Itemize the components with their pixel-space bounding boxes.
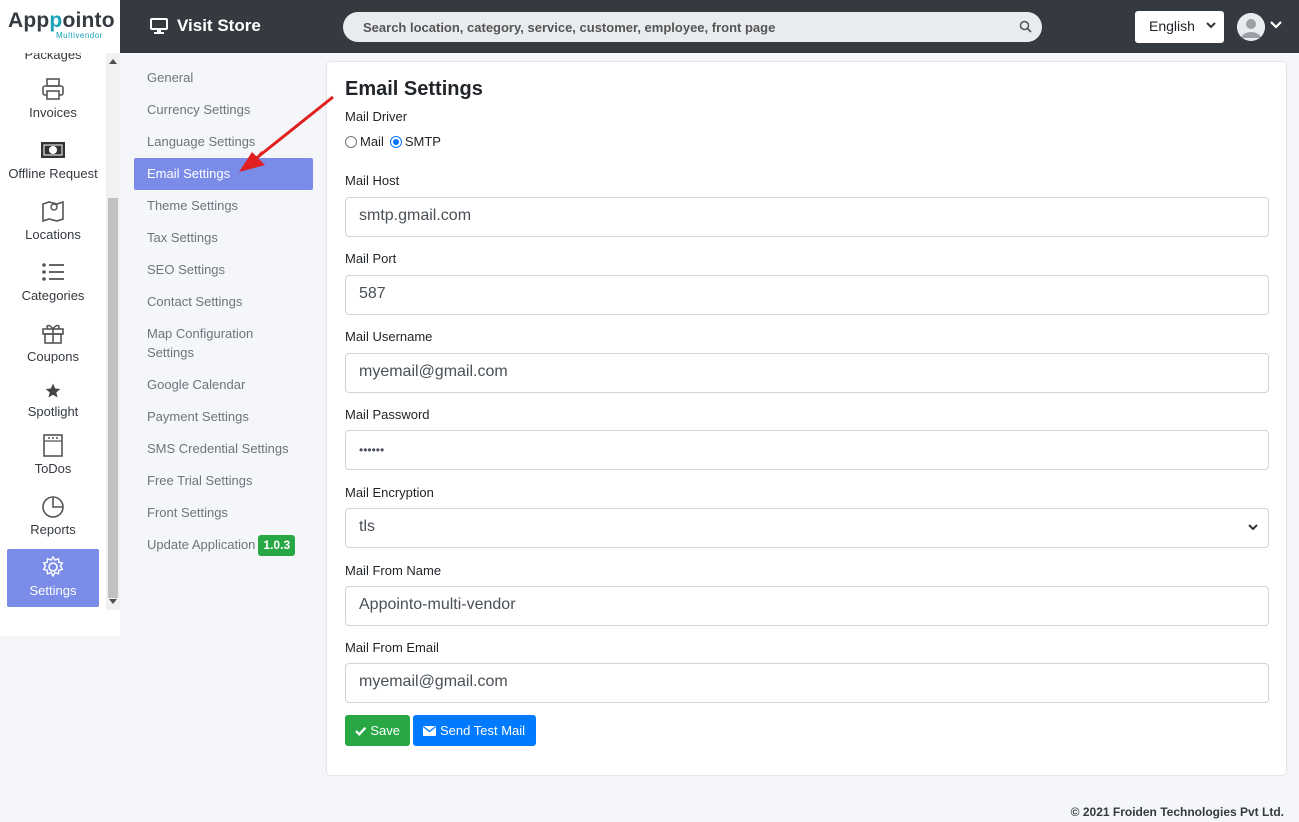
star-icon	[45, 383, 61, 398]
scroll-up-arrow[interactable]	[109, 59, 117, 64]
settings-menu-item-label: Update Application	[147, 537, 256, 552]
settings-menu-item-tax[interactable]: Tax Settings	[134, 228, 313, 247]
brand-name: Apppointo	[8, 9, 115, 32]
envelope-icon	[423, 725, 436, 736]
footer-copyright: © 2021 Froiden Technologies Pvt Ltd.	[1070, 805, 1284, 819]
language-select[interactable]: English	[1135, 11, 1224, 43]
send-test-mail-button[interactable]: Send Test Mail	[413, 715, 536, 746]
printer-icon	[42, 78, 64, 100]
top-navbar: Visit Store English	[120, 0, 1299, 53]
version-badge: 1.0.3	[258, 535, 296, 556]
sidebar-item-settings[interactable]: Settings	[7, 549, 99, 607]
sidebar-item-label: Settings	[29, 583, 77, 598]
sidebar-item-categories[interactable]: Categories	[7, 260, 99, 303]
mail-encryption-select[interactable]: tls	[345, 508, 1269, 548]
monitor-icon	[150, 18, 168, 34]
pie-chart-icon	[42, 496, 64, 518]
mail-from-email-label: Mail From Email	[345, 640, 439, 655]
visit-store-label: Visit Store	[177, 16, 261, 35]
mail-encryption-label: Mail Encryption	[345, 485, 434, 500]
save-button-label: Save	[370, 723, 400, 738]
sidebar-item-label: ToDos	[34, 461, 72, 476]
sidebar-item-label: Invoices	[29, 105, 77, 120]
sidebar-item-label: Reports	[30, 522, 76, 537]
mail-driver-option-label: SMTP	[404, 134, 441, 149]
chevron-down-icon[interactable]	[1270, 21, 1282, 29]
map-icon	[42, 200, 64, 223]
mail-driver-option-label: Mail	[360, 134, 384, 149]
sidebar-item-label: Locations	[25, 227, 81, 242]
mail-username-label: Mail Username	[345, 329, 433, 344]
settings-menu-item-map[interactable]: Map Configuration Settings	[134, 324, 274, 362]
search-icon[interactable]	[1019, 20, 1032, 33]
user-icon	[1237, 13, 1265, 41]
save-button[interactable]: Save	[345, 715, 410, 746]
mail-from-name-input[interactable]: Appointo-multi-vendor	[345, 586, 1269, 626]
language-value: English	[1149, 18, 1195, 34]
email-settings-card: Email Settings Mail Driver Mail SMTP Mai…	[327, 62, 1286, 775]
sidebar-scrollbar[interactable]	[106, 53, 120, 610]
avatar[interactable]	[1237, 13, 1265, 41]
sidebar-item-locations[interactable]: Locations	[7, 199, 99, 242]
sidebar-nav: Packages Invoices Offline Request Locati…	[0, 43, 106, 615]
sidebar-item-label: Categories	[21, 288, 85, 303]
mail-driver-radio-mail[interactable]	[345, 135, 357, 148]
sidebar-item-coupons[interactable]: Coupons	[7, 321, 99, 364]
chevron-down-icon	[1206, 22, 1216, 29]
mail-port-input[interactable]: 587	[345, 275, 1269, 315]
page-title: Email Settings	[345, 78, 483, 100]
gear-icon	[42, 555, 64, 578]
mail-port-label: Mail Port	[345, 251, 397, 266]
mail-password-input[interactable]: ••••••	[345, 430, 1269, 470]
mail-username-input[interactable]: myemail@gmail.com	[345, 353, 1269, 393]
check-icon	[355, 726, 367, 736]
notepad-icon	[43, 434, 63, 457]
mail-driver-radio-smtp[interactable]	[389, 135, 402, 148]
list-icon	[42, 263, 64, 281]
search-box	[343, 12, 1042, 42]
mail-from-email-input[interactable]: myemail@gmail.com	[345, 663, 1269, 703]
sidebar-item-label: Spotlight	[27, 404, 79, 419]
sidebar-item-label: Coupons	[26, 349, 80, 364]
settings-menu-item-free-trial[interactable]: Free Trial Settings	[134, 471, 313, 490]
main-sidebar: Packages Invoices Offline Request Locati…	[0, 0, 120, 636]
brand-logo[interactable]: Apppointo Multivendor	[0, 0, 120, 53]
settings-menu-item-sms[interactable]: SMS Credential Settings	[134, 439, 313, 458]
sidebar-item-offline-request[interactable]: Offline Request	[7, 138, 99, 181]
settings-menu-item-front[interactable]: Front Settings	[134, 503, 313, 522]
sidebar-item-reports[interactable]: Reports	[7, 494, 99, 537]
settings-menu-item-general[interactable]: General	[134, 68, 313, 87]
scroll-thumb[interactable]	[108, 198, 118, 598]
sidebar-item-invoices[interactable]: Invoices	[7, 77, 99, 120]
settings-menu-item-google-calendar[interactable]: Google Calendar	[134, 375, 313, 394]
visit-store-link[interactable]: Visit Store	[150, 16, 261, 36]
money-bill-icon	[41, 142, 65, 158]
mail-host-input[interactable]: smtp.gmail.com	[345, 197, 1269, 237]
settings-menu-item-payment[interactable]: Payment Settings	[134, 407, 313, 426]
sidebar-item-label: Offline Request	[8, 166, 98, 181]
settings-menu-item-language[interactable]: Language Settings	[134, 132, 313, 151]
mail-from-name-label: Mail From Name	[345, 563, 442, 578]
settings-menu-item-update[interactable]: Update Application 1.0.3	[134, 535, 313, 556]
search-input[interactable]	[343, 12, 983, 42]
settings-menu-item-seo[interactable]: SEO Settings	[134, 260, 313, 279]
mail-password-label: Mail Password	[345, 407, 430, 422]
mail-driver-label: Mail Driver	[345, 109, 408, 124]
settings-menu-item-theme[interactable]: Theme Settings	[134, 196, 313, 215]
chevron-down-icon	[1248, 524, 1258, 531]
mail-driver-radio-group: Mail SMTP	[345, 134, 441, 149]
brand-subtitle: Multivendor	[56, 31, 103, 40]
send-test-mail-label: Send Test Mail	[440, 723, 526, 738]
settings-menu-item-contact[interactable]: Contact Settings	[134, 292, 313, 311]
mail-encryption-value: tls	[359, 518, 375, 535]
sidebar-item-spotlight[interactable]: Spotlight	[7, 382, 99, 419]
scroll-down-arrow[interactable]	[109, 599, 117, 604]
settings-menu-item-currency[interactable]: Currency Settings	[134, 100, 313, 119]
settings-menu-item-email[interactable]: Email Settings	[134, 158, 313, 190]
gift-icon	[42, 324, 64, 344]
sidebar-item-todos[interactable]: ToDos	[7, 433, 99, 476]
mail-host-label: Mail Host	[345, 173, 400, 188]
